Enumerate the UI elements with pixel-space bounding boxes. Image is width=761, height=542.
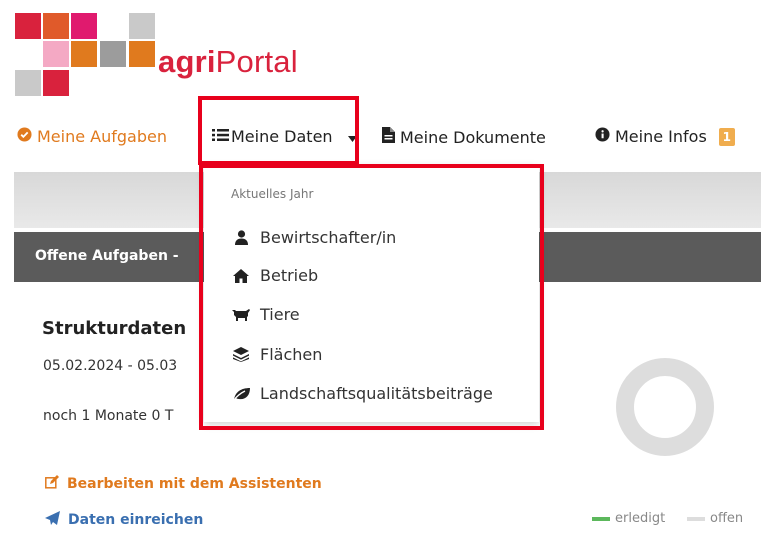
edit-with-assistant-link[interactable]: Bearbeiten mit dem Assistenten	[45, 475, 322, 493]
nav-my-tasks-label: Meine Aufgaben	[37, 127, 167, 146]
logo-square	[100, 41, 126, 67]
nav-my-tasks[interactable]: Meine Aufgaben	[17, 127, 167, 146]
progress-donut	[616, 358, 714, 456]
task-date-range: 05.02.2024 - 05.03	[43, 358, 178, 374]
send-icon	[45, 511, 60, 529]
dropdown-item-label: Bewirtschafter/in	[260, 228, 397, 247]
dropdown-item-landscape-quality[interactable]: Landschaftsqualitätsbeiträge	[231, 384, 493, 403]
info-circle-icon	[595, 127, 610, 146]
edit-icon	[45, 475, 59, 493]
edit-with-assistant-label: Bearbeiten mit dem Assistenten	[67, 476, 322, 492]
dropdown-item-animals[interactable]: Tiere	[231, 305, 300, 324]
logo-square	[43, 70, 69, 96]
my-data-dropdown-menu: Aktuelles Jahr Bewirtschafter/in Betrieb…	[204, 166, 539, 422]
dropdown-item-farmer[interactable]: Bewirtschafter/in	[231, 228, 396, 247]
leaf-icon	[231, 387, 251, 401]
submit-data-link[interactable]: Daten einreichen	[45, 511, 203, 529]
document-icon	[382, 127, 395, 147]
logo-square	[71, 13, 97, 39]
legend-open: offen	[687, 511, 743, 526]
user-icon	[231, 230, 251, 245]
legend-done: erledigt	[592, 511, 665, 526]
brand-name-bold: agri	[158, 44, 216, 79]
legend-done-swatch	[592, 516, 610, 521]
logo-square	[43, 13, 69, 39]
logo-square	[129, 41, 155, 67]
brand-name-rest: Portal	[215, 44, 298, 79]
nav-my-data[interactable]: Meine Daten	[212, 127, 357, 146]
nav-my-infos-label: Meine Infos	[615, 127, 707, 146]
open-tasks-title: Offene Aufgaben -	[35, 248, 179, 264]
notification-badge: 1	[718, 127, 735, 146]
check-circle-icon	[17, 127, 32, 146]
logo-square	[15, 13, 41, 39]
layers-icon	[231, 347, 251, 362]
nav-my-documents[interactable]: Meine Dokumente	[382, 127, 546, 147]
submit-data-label: Daten einreichen	[68, 512, 204, 528]
legend-open-swatch	[687, 516, 705, 521]
dropdown-header: Aktuelles Jahr	[231, 187, 314, 201]
legend-open-label: offen	[710, 511, 744, 526]
logo-square	[71, 41, 97, 67]
list-icon	[212, 127, 229, 146]
nav-my-documents-label: Meine Dokumente	[400, 127, 546, 147]
legend-done-label: erledigt	[615, 511, 666, 526]
nav-my-infos[interactable]: Meine Infos 1	[595, 127, 735, 146]
dropdown-item-label: Tiere	[260, 305, 300, 324]
task-title: Strukturdaten	[42, 318, 187, 339]
caret-down-icon	[347, 127, 357, 146]
dropdown-item-farm[interactable]: Betrieb	[231, 266, 318, 285]
dropdown-item-label: Landschaftsqualitätsbeiträge	[260, 384, 493, 403]
dropdown-item-label: Betrieb	[260, 266, 319, 285]
dropdown-item-areas[interactable]: Flächen	[231, 345, 322, 364]
logo-square	[15, 70, 41, 96]
home-icon	[231, 268, 251, 283]
task-remaining-time: noch 1 Monate 0 T	[43, 408, 174, 424]
nav-my-data-label: Meine Daten	[231, 127, 333, 146]
cow-icon	[231, 308, 251, 321]
dropdown-item-label: Flächen	[260, 345, 323, 364]
logo-square	[43, 41, 69, 67]
brand-name: agriPortal	[158, 44, 298, 80]
logo-square	[129, 13, 155, 39]
